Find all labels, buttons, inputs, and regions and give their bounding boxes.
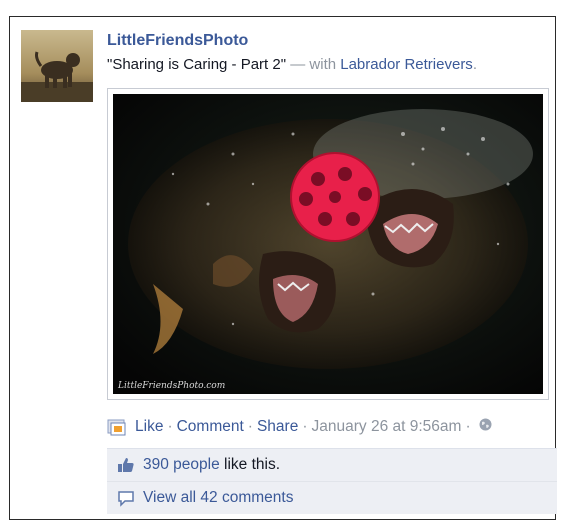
caption-text: "Sharing is Caring - Part 2" [107, 56, 287, 73]
likers-link[interactable]: 390 people [143, 456, 220, 474]
tagged-page-link[interactable]: Labrador Retrievers [340, 56, 473, 73]
comments-summary: View all 42 comments [107, 481, 557, 514]
separator: · [247, 418, 253, 435]
caption-with: — with [290, 56, 337, 73]
post-actions-bar: Like · Comment · Share · January 26 at 9… [107, 418, 492, 436]
share-link[interactable]: Share [257, 418, 298, 436]
photo-app-icon [107, 418, 127, 436]
post-photo[interactable]: LittleFriendsPhoto.com [107, 88, 549, 400]
comment-bubble-icon [117, 489, 135, 507]
post-caption: "Sharing is Caring - Part 2" — with Labr… [107, 56, 477, 73]
view-all-comments-link[interactable]: View all 42 comments [143, 489, 293, 507]
comment-link[interactable]: Comment [177, 418, 244, 436]
likes-suffix: like this. [219, 456, 281, 473]
separator: · [167, 418, 173, 435]
photo-watermark: LittleFriendsPhoto.com [118, 381, 226, 391]
author-avatar[interactable] [21, 30, 93, 102]
author-name-link[interactable]: LittleFriendsPhoto [107, 32, 248, 50]
likes-summary: 390 people like this. [107, 449, 557, 481]
like-link[interactable]: Like [135, 418, 163, 436]
thumbs-up-icon [117, 456, 135, 474]
globe-icon[interactable] [479, 418, 492, 436]
ufi-panel: 390 people like this. View all 42 commen… [107, 448, 557, 514]
post-timestamp-link[interactable]: January 26 at 9:56am [312, 418, 462, 436]
caption-period: . [472, 56, 477, 73]
separator: · [465, 418, 471, 435]
separator: · [302, 418, 308, 435]
